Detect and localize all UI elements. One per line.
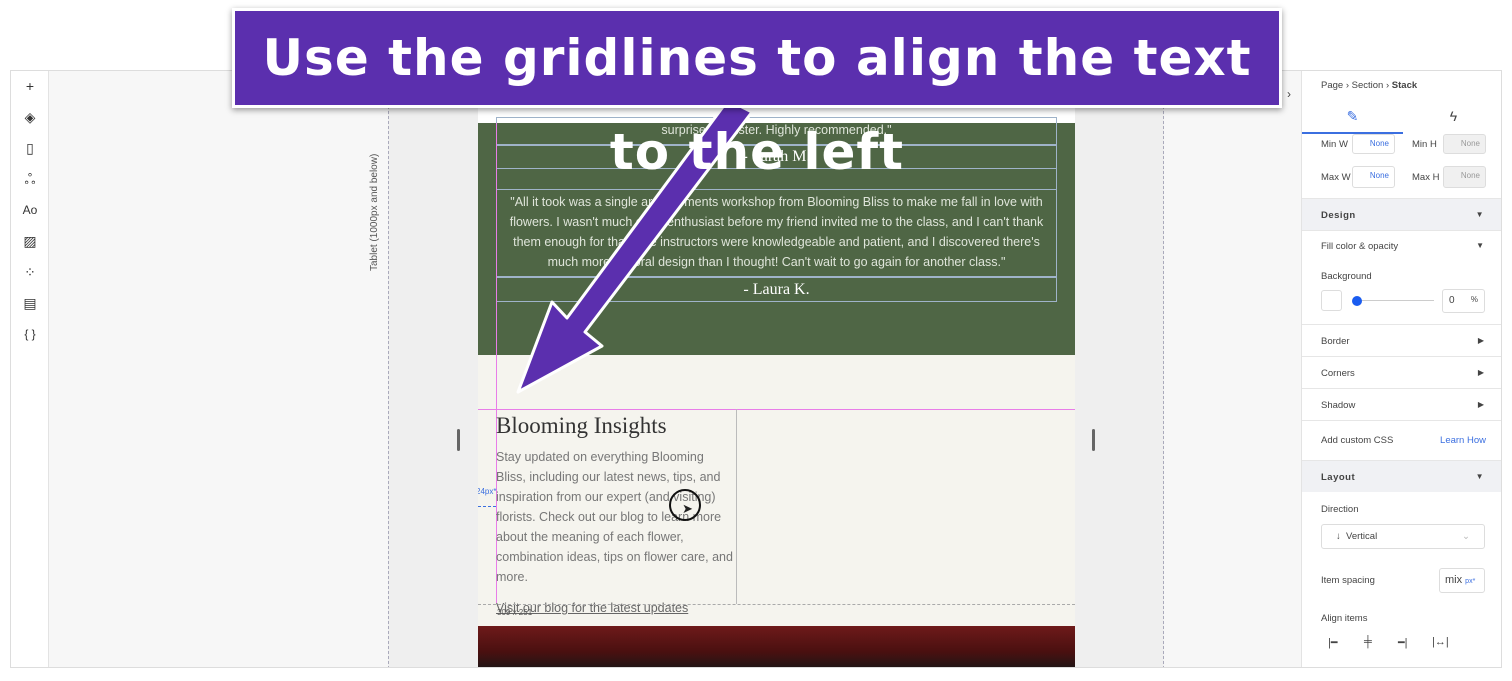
instruction-banner: Use the gridlines to align the text to t… bbox=[232, 8, 1282, 181]
